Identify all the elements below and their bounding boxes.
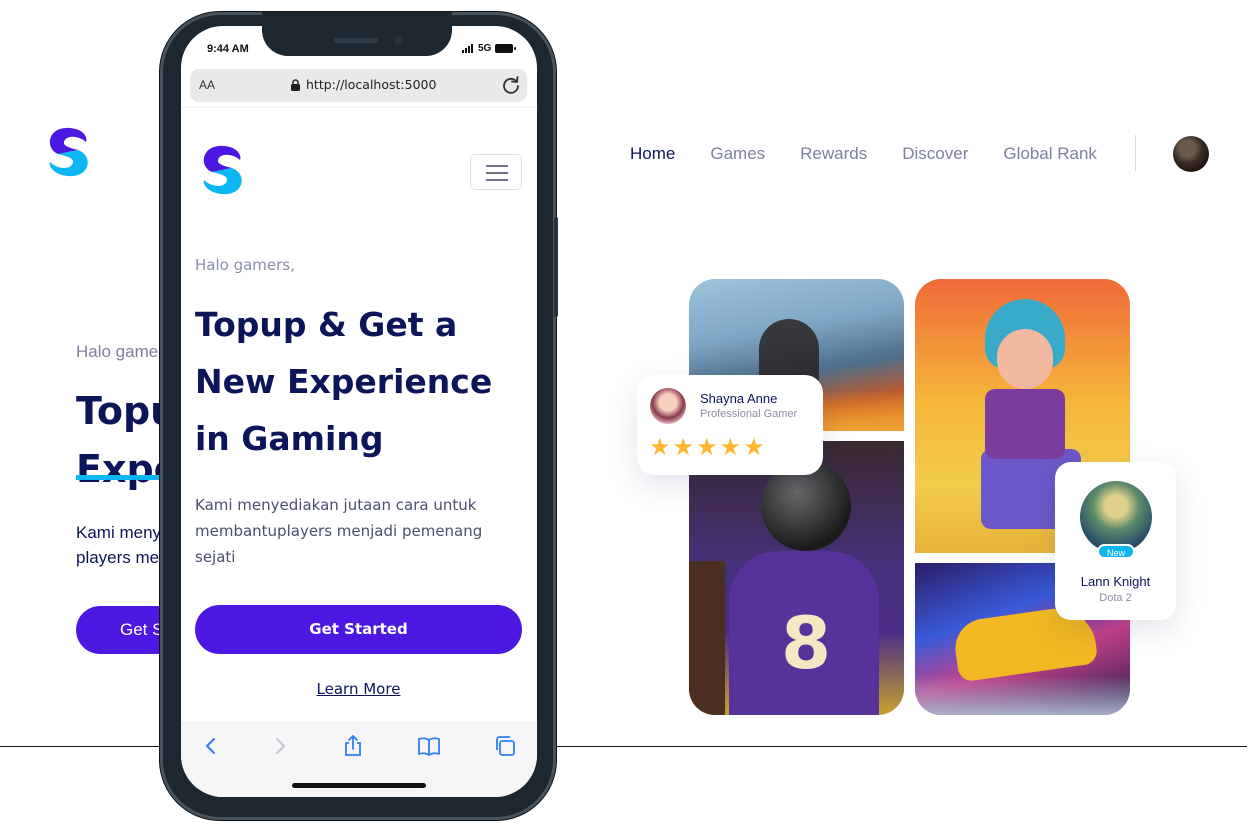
mobile-description: Kami menyediakan jutaan cara untuk memba…: [195, 496, 483, 566]
nav-divider: [1135, 135, 1136, 171]
nav-global-rank[interactable]: Global Rank: [1003, 144, 1097, 164]
hero-greeting: Halo game: [76, 342, 159, 361]
nav-discover[interactable]: Discover: [902, 144, 968, 164]
character-face: [997, 329, 1053, 389]
home-indicator[interactable]: [292, 783, 426, 788]
battery-icon: [495, 44, 517, 53]
jersey-number: 8: [781, 601, 832, 685]
player-card: New Lann Knight Dota 2: [1055, 462, 1176, 620]
reviewer-role: Professional Gamer: [700, 408, 798, 420]
phone-notch: [262, 12, 452, 56]
learn-more-link[interactable]: Learn More: [195, 680, 522, 698]
tabs-icon[interactable]: [493, 734, 517, 758]
camera: [394, 36, 403, 45]
hero-description-line1: Kami meny: [76, 523, 162, 542]
speaker: [334, 38, 378, 43]
player-avatar: [1080, 481, 1152, 553]
phone-side-button: [554, 217, 558, 317]
player-arm: [689, 561, 725, 715]
reviewer-name: Shayna Anne: [700, 391, 778, 406]
browser-separator: [181, 107, 537, 108]
logo-icon[interactable]: [194, 142, 250, 198]
game-image-football: 8: [689, 441, 904, 715]
reviewer-avatar: [650, 388, 686, 424]
mobile-title: Topup & Get a New Experience in Gaming: [195, 305, 493, 458]
new-badge: New: [1097, 544, 1135, 559]
back-icon[interactable]: [199, 734, 223, 758]
mobile-greeting: Halo gamers,: [195, 256, 295, 274]
hero-description: Kami meny players me: [76, 520, 161, 570]
main-nav: Home Games Rewards Discover Global Rank: [630, 135, 1136, 171]
status-indicators: 5G: [462, 43, 517, 54]
address-bar[interactable]: AA http://localhost:5000: [190, 69, 527, 102]
nav-home[interactable]: Home: [630, 144, 675, 164]
bookmarks-icon[interactable]: [417, 734, 441, 758]
player-game: Dota 2: [1099, 592, 1132, 604]
forward-icon[interactable]: [268, 734, 292, 758]
character-body: [985, 389, 1065, 459]
network-label: 5G: [478, 43, 492, 54]
road: [915, 675, 1130, 715]
star-icon: ★★★★★: [649, 433, 767, 461]
text-size-button[interactable]: AA: [199, 78, 215, 92]
logo-icon[interactable]: [40, 124, 96, 180]
player-name: Lann Knight: [1080, 574, 1151, 589]
status-time: 9:44 AM: [207, 43, 249, 55]
mobile-get-started-button[interactable]: Get Started: [195, 605, 522, 654]
avatar[interactable]: [1173, 136, 1209, 172]
hero-description-line2: players me: [76, 548, 160, 567]
signal-icon: [462, 44, 474, 53]
nav-rewards[interactable]: Rewards: [800, 144, 867, 164]
nav-games[interactable]: Games: [710, 144, 765, 164]
review-card: Shayna Anne Professional Gamer ★★★★★: [637, 375, 823, 475]
reload-icon[interactable]: [501, 75, 521, 95]
share-icon[interactable]: [341, 734, 365, 758]
lock-icon: [291, 79, 300, 91]
url-text[interactable]: http://localhost:5000: [306, 77, 436, 92]
menu-icon[interactable]: [470, 154, 522, 190]
